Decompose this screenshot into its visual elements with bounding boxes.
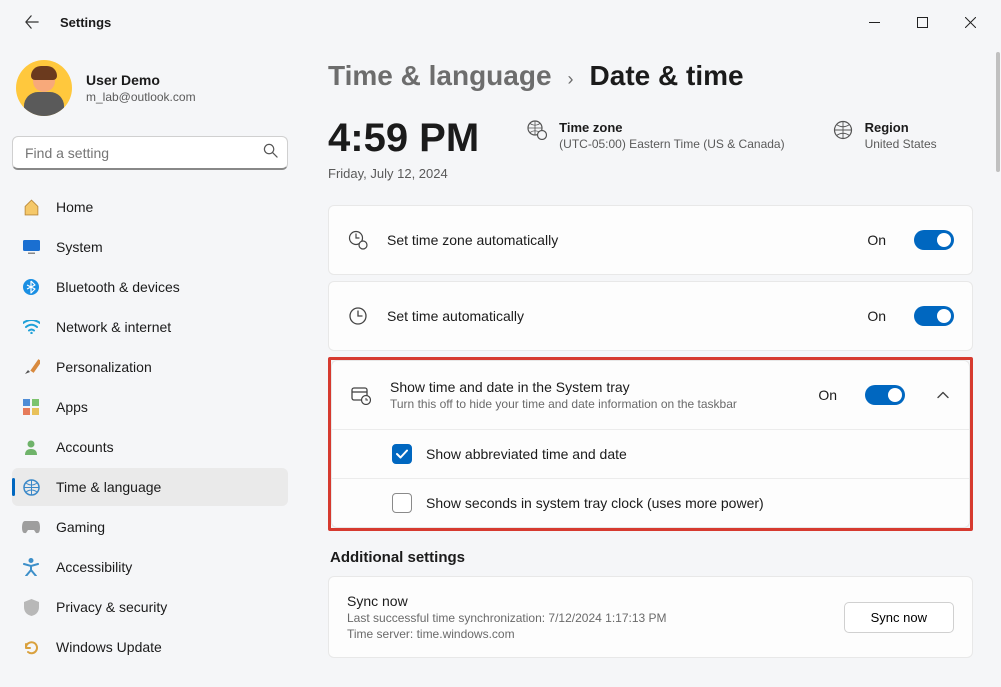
home-icon <box>22 198 40 216</box>
search-input[interactable] <box>12 136 288 170</box>
sidebar-item-privacy[interactable]: Privacy & security <box>12 588 288 626</box>
timezone-label: Time zone <box>559 120 784 135</box>
sidebar-item-label: Accounts <box>56 439 114 455</box>
option-abbreviated-time[interactable]: Show abbreviated time and date <box>332 429 969 478</box>
sidebar-item-label: Bluetooth & devices <box>56 279 180 295</box>
checkbox-seconds[interactable] <box>392 493 412 513</box>
sidebar-item-windows-update[interactable]: Windows Update <box>12 628 288 666</box>
setting-sync-now: Sync now Last successful time synchroniz… <box>329 577 972 657</box>
sidebar-item-time-language[interactable]: Time & language <box>12 468 288 506</box>
chevron-up-icon[interactable] <box>935 391 951 399</box>
user-profile[interactable]: User Demo m_lab@outlook.com <box>12 52 288 136</box>
personalization-icon <box>22 358 40 376</box>
back-button[interactable] <box>16 6 48 38</box>
current-time: 4:59 PM <box>328 118 479 158</box>
current-date: Friday, July 12, 2024 <box>328 166 479 181</box>
toggle-state: On <box>818 387 837 403</box>
sidebar-item-label: Apps <box>56 399 88 415</box>
globe-icon <box>833 120 853 151</box>
timezone-value: (UTC-05:00) Eastern Time (US & Canada) <box>559 137 784 151</box>
sidebar-item-label: Personalization <box>56 359 152 375</box>
page-title: Date & time <box>590 60 744 92</box>
minimize-icon <box>869 17 880 28</box>
region-value: United States <box>865 137 937 151</box>
setting-label: Set time zone automatically <box>387 232 849 248</box>
sidebar-item-gaming[interactable]: Gaming <box>12 508 288 546</box>
toggle-tray-datetime[interactable] <box>865 385 905 405</box>
toggle-auto-time[interactable] <box>914 306 954 326</box>
sync-now-button[interactable]: Sync now <box>844 602 954 633</box>
accessibility-icon <box>22 558 40 576</box>
sync-server: Time server: time.windows.com <box>347 627 826 641</box>
clock-icon <box>347 306 369 326</box>
sidebar-item-accessibility[interactable]: Accessibility <box>12 548 288 586</box>
sidebar-item-label: System <box>56 239 103 255</box>
sidebar-item-system[interactable]: System <box>12 228 288 266</box>
timezone-setting-icon <box>347 230 369 250</box>
sidebar-item-label: Gaming <box>56 519 105 535</box>
setting-label: Show time and date in the System tray <box>390 379 800 395</box>
checkbox-abbreviated[interactable] <box>392 444 412 464</box>
sidebar-item-label: Home <box>56 199 93 215</box>
toggle-state: On <box>867 232 886 248</box>
breadcrumb: Time & language › Date & time <box>328 60 973 92</box>
sidebar-item-bluetooth[interactable]: Bluetooth & devices <box>12 268 288 306</box>
sidebar-item-label: Network & internet <box>56 319 171 335</box>
setting-sublabel: Turn this off to hide your time and date… <box>390 397 800 411</box>
user-name: User Demo <box>86 72 196 88</box>
scrollbar[interactable] <box>996 52 1000 172</box>
time-language-icon <box>22 478 40 496</box>
apps-icon <box>22 398 40 416</box>
toggle-auto-timezone[interactable] <box>914 230 954 250</box>
option-label: Show abbreviated time and date <box>426 446 627 462</box>
sync-last: Last successful time synchronization: 7/… <box>347 611 826 625</box>
avatar <box>16 60 72 116</box>
setting-auto-timezone: Set time zone automatically On <box>329 206 972 274</box>
option-show-seconds[interactable]: Show seconds in system tray clock (uses … <box>332 478 969 527</box>
sidebar-item-home[interactable]: Home <box>12 188 288 226</box>
breadcrumb-parent[interactable]: Time & language <box>328 60 552 92</box>
system-icon <box>22 238 40 256</box>
sidebar-item-personalization[interactable]: Personalization <box>12 348 288 386</box>
sidebar-item-apps[interactable]: Apps <box>12 388 288 426</box>
gaming-icon <box>22 518 40 536</box>
sync-title: Sync now <box>347 593 826 609</box>
maximize-button[interactable] <box>899 6 945 38</box>
globe-clock-icon <box>527 120 547 151</box>
taskbar-clock-icon <box>350 385 372 405</box>
sidebar-item-label: Windows Update <box>56 639 162 655</box>
network-icon <box>22 318 40 336</box>
sidebar-item-label: Privacy & security <box>56 599 167 615</box>
window-title: Settings <box>60 15 111 30</box>
highlighted-section: Show time and date in the System tray Tu… <box>328 357 973 531</box>
check-icon <box>396 449 408 459</box>
setting-auto-time: Set time automatically On <box>329 282 972 350</box>
setting-label: Set time automatically <box>387 308 849 324</box>
chevron-right-icon: › <box>568 69 574 90</box>
user-email: m_lab@outlook.com <box>86 90 196 104</box>
close-button[interactable] <box>947 6 993 38</box>
option-label: Show seconds in system tray clock (uses … <box>426 495 764 511</box>
sidebar-item-accounts[interactable]: Accounts <box>12 428 288 466</box>
privacy-icon <box>22 598 40 616</box>
close-icon <box>965 17 976 28</box>
maximize-icon <box>917 17 928 28</box>
accounts-icon <box>22 438 40 456</box>
bluetooth-icon <box>22 278 40 296</box>
sidebar-item-label: Accessibility <box>56 559 132 575</box>
minimize-button[interactable] <box>851 6 897 38</box>
toggle-state: On <box>867 308 886 324</box>
section-heading: Additional settings <box>330 549 973 566</box>
back-arrow-icon <box>25 15 39 29</box>
region-label: Region <box>865 120 937 135</box>
sidebar-item-network[interactable]: Network & internet <box>12 308 288 346</box>
setting-tray-datetime[interactable]: Show time and date in the System tray Tu… <box>332 361 969 429</box>
sidebar-item-label: Time & language <box>56 479 161 495</box>
windows-update-icon <box>22 638 40 656</box>
